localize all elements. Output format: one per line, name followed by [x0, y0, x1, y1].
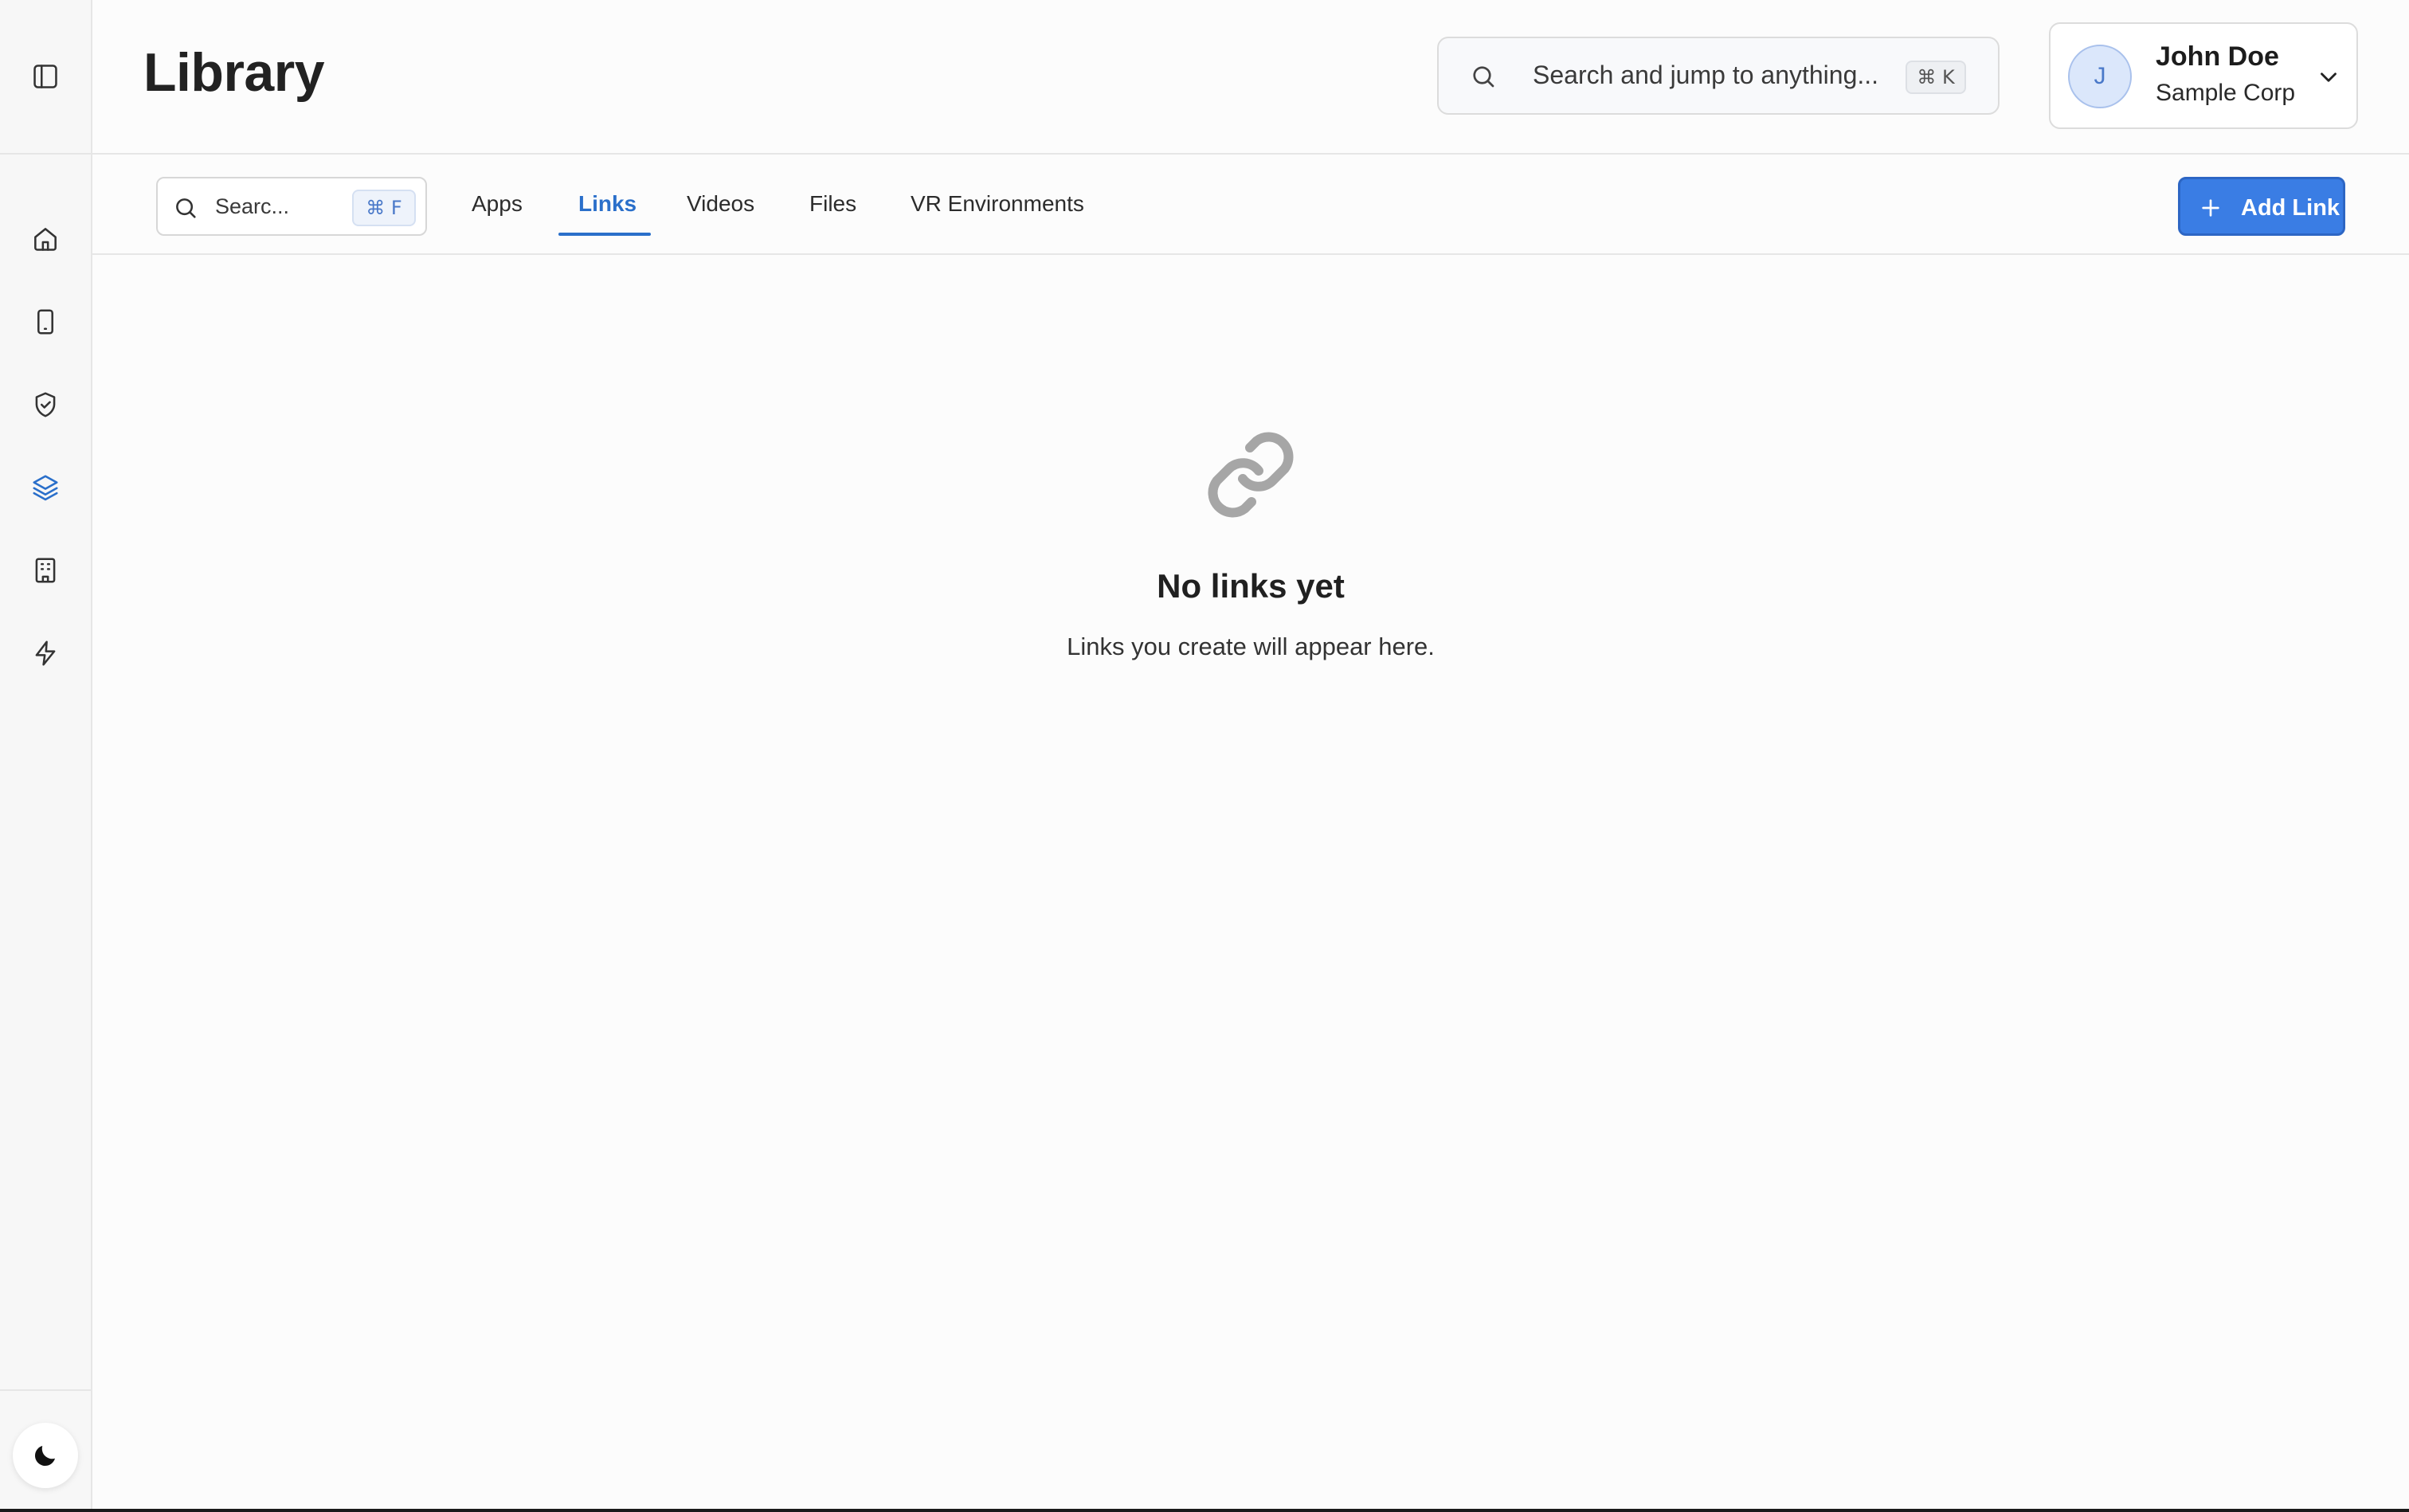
empty-state: No links yet Links you create will appea…	[92, 257, 2409, 1509]
sidebar	[0, 0, 92, 1509]
theme-toggle-button[interactable]	[13, 1423, 78, 1488]
link-icon	[1208, 432, 1294, 518]
sidebar-item-home[interactable]	[23, 217, 68, 261]
sidebar-item-devices[interactable]	[23, 300, 68, 344]
library-search-placeholder: Searc...	[215, 194, 290, 218]
top-header: Library Search and jump to anything... ⌘…	[92, 0, 2409, 155]
chevron-down-icon	[2321, 72, 2337, 82]
global-search-placeholder: Search and jump to anything...	[1533, 61, 1879, 89]
user-organization: Sample Corp	[2156, 80, 2296, 106]
add-link-label: Add Link	[2241, 195, 2340, 221]
empty-state-subtitle: Links you create will appear here.	[1067, 633, 1435, 660]
search-icon	[1473, 66, 1494, 88]
layers-icon	[33, 475, 58, 501]
sidebar-item-security[interactable]	[23, 382, 68, 427]
user-name: John Doe	[2156, 41, 2279, 72]
sidebar-item-automation[interactable]	[23, 631, 68, 676]
plus-icon	[2202, 199, 2219, 217]
sidebar-header	[0, 0, 91, 155]
bolt-icon	[35, 640, 56, 666]
home-icon	[34, 228, 57, 251]
sidebar-item-library[interactable]	[23, 465, 68, 510]
moon-icon	[34, 1446, 55, 1467]
active-tab-indicator	[558, 233, 651, 236]
sidebar-footer	[0, 1389, 91, 1509]
page-title: Library	[143, 42, 325, 103]
global-search-shortcut: ⌘ K	[1906, 61, 1966, 94]
search-icon	[176, 198, 196, 218]
empty-state-title: No links yet	[1157, 567, 1345, 605]
sidebar-toggle-button[interactable]	[23, 54, 68, 99]
device-icon	[37, 309, 53, 335]
sidebar-nav	[0, 217, 91, 714]
library-toolbar: Searc... ⌘ F Apps Links Videos Files VR …	[92, 156, 2409, 255]
avatar: J	[2068, 45, 2132, 108]
sidebar-item-organization[interactable]	[23, 548, 68, 593]
sidebar-toggle-icon	[33, 65, 57, 88]
building-icon	[35, 558, 56, 583]
library-search-input[interactable]: Searc... ⌘ F	[156, 177, 427, 236]
tab-vr-environments[interactable]: VR Environments	[911, 191, 1084, 217]
global-search-bar[interactable]: Search and jump to anything... ⌘ K	[1437, 37, 2000, 115]
tab-links[interactable]: Links	[578, 191, 637, 217]
tab-videos[interactable]: Videos	[687, 191, 754, 217]
window-bottom-border	[0, 1509, 2409, 1512]
shield-check-icon	[35, 392, 56, 417]
tab-files[interactable]: Files	[809, 191, 856, 217]
add-link-button[interactable]: Add Link	[2178, 177, 2345, 236]
user-menu[interactable]: J John Doe Sample Corp	[2049, 22, 2358, 129]
tab-apps[interactable]: Apps	[472, 191, 523, 217]
library-search-shortcut: ⌘ F	[352, 190, 416, 226]
